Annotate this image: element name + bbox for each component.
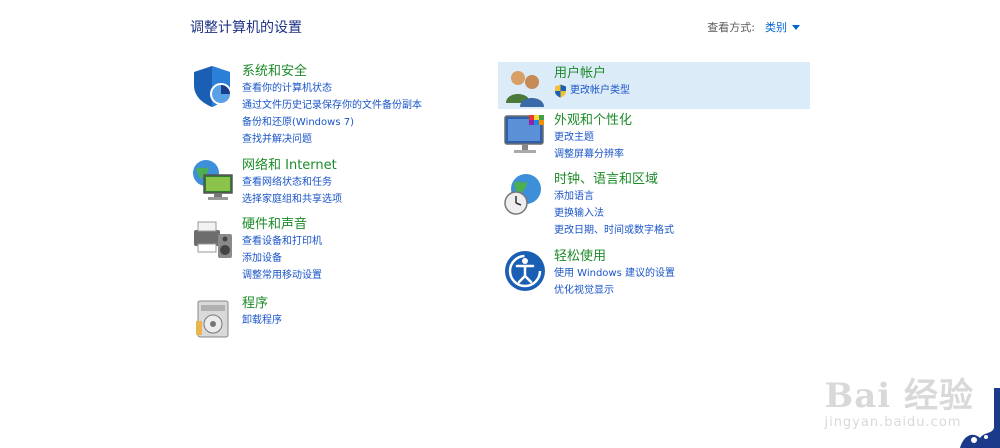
link-change-account-type[interactable]: 更改帐户类型 xyxy=(554,82,630,99)
category-title-users[interactable]: 用户帐户 xyxy=(554,65,630,82)
link-file-history[interactable]: 通过文件历史记录保存你的文件备份副本 xyxy=(242,97,422,114)
link-troubleshoot[interactable]: 查找并解决问题 xyxy=(242,131,422,148)
view-by-dropdown[interactable]: 类别 xyxy=(765,19,800,35)
category-title-ease[interactable]: 轻松使用 xyxy=(554,248,675,265)
category-network-internet: 网络和 Internet 查看网络状态和任务 选择家庭组和共享选项 xyxy=(190,157,342,208)
link-homegroup[interactable]: 选择家庭组和共享选项 xyxy=(242,191,342,208)
printer-speaker-icon xyxy=(194,221,232,258)
category-system-security: 系统和安全 查看你的计算机状态 通过文件历史记录保存你的文件备份副本 备份和还原… xyxy=(190,63,422,148)
link-network-status[interactable]: 查看网络状态和任务 xyxy=(242,174,342,191)
category-title-hardware[interactable]: 硬件和声音 xyxy=(242,216,322,233)
link-backup-restore[interactable]: 备份和还原(Windows 7) xyxy=(242,114,422,131)
ease-of-access-icon xyxy=(505,251,545,291)
category-user-accounts: 用户帐户 更改帐户类型 xyxy=(502,65,630,111)
link-mobility-settings[interactable]: 调整常用移动设置 xyxy=(242,267,322,284)
link-change-theme[interactable]: 更改主题 xyxy=(554,129,632,146)
link-recommended-settings[interactable]: 使用 Windows 建议的设置 xyxy=(554,265,675,282)
link-view-computer-status[interactable]: 查看你的计算机状态 xyxy=(242,80,422,97)
category-title-clock[interactable]: 时钟、语言和区域 xyxy=(554,171,674,188)
category-programs: 程序 卸载程序 xyxy=(190,295,282,341)
link-add-language[interactable]: 添加语言 xyxy=(554,188,674,205)
category-clock-language-region: 时钟、语言和区域 添加语言 更换输入法 更改日期、时间或数字格式 xyxy=(502,171,674,239)
page-title: 调整计算机的设置 xyxy=(190,20,302,36)
globe-network-icon xyxy=(193,160,233,200)
category-hardware-sound: 硬件和声音 查看设备和打印机 添加设备 调整常用移动设置 xyxy=(190,216,322,284)
uac-shield-icon xyxy=(555,84,566,97)
link-add-device[interactable]: 添加设备 xyxy=(242,250,322,267)
link-change-account-type-label: 更改帐户类型 xyxy=(570,85,630,96)
link-devices-printers[interactable]: 查看设备和打印机 xyxy=(242,233,322,250)
monitor-palette-icon xyxy=(504,115,544,153)
link-optimize-visual[interactable]: 优化视觉显示 xyxy=(554,282,675,299)
programs-icon xyxy=(196,300,229,338)
link-date-time-format[interactable]: 更改日期、时间或数字格式 xyxy=(554,222,674,239)
chevron-down-icon xyxy=(792,24,800,30)
shield-icon xyxy=(194,66,232,107)
globe-clock-icon xyxy=(504,174,541,215)
category-title-system[interactable]: 系统和安全 xyxy=(242,63,422,80)
category-appearance: 外观和个性化 更改主题 调整屏幕分辨率 xyxy=(502,112,632,163)
view-by-value: 类别 xyxy=(765,21,787,34)
users-icon xyxy=(506,71,544,107)
link-screen-resolution[interactable]: 调整屏幕分辨率 xyxy=(554,146,632,163)
link-uninstall-program[interactable]: 卸载程序 xyxy=(242,312,282,329)
view-by-label: 查看方式: xyxy=(707,21,755,34)
link-change-input-method[interactable]: 更换输入法 xyxy=(554,205,674,222)
category-ease-of-access: 轻松使用 使用 Windows 建议的设置 优化视觉显示 xyxy=(502,248,675,299)
category-title-network[interactable]: 网络和 Internet xyxy=(242,157,342,174)
corner-decoration-icon xyxy=(960,388,1000,448)
view-by: 查看方式: 类别 xyxy=(707,19,800,35)
category-title-appearance[interactable]: 外观和个性化 xyxy=(554,112,632,129)
category-title-programs[interactable]: 程序 xyxy=(242,295,282,312)
